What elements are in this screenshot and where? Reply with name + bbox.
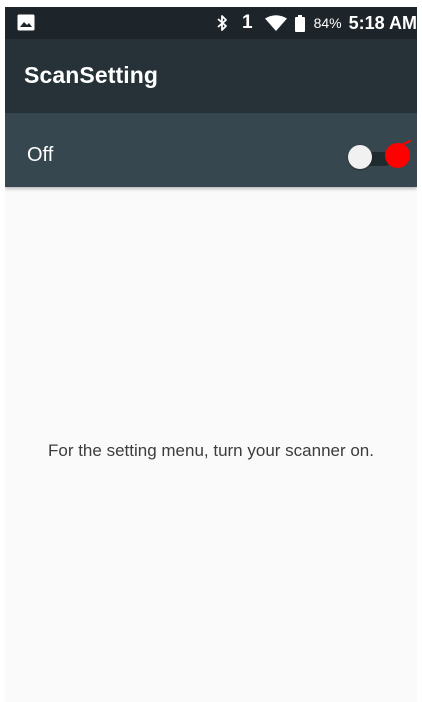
touch-indicator-dot — [385, 143, 410, 168]
battery-percentage: 84% — [313, 15, 342, 31]
device-screen: 1 84% 5:18 AM ScanSetting Off For the se… — [5, 7, 417, 702]
sim-slot-indicator: 1 — [242, 12, 253, 33]
app-bar: ScanSetting — [5, 39, 417, 113]
switch-state-label: Off — [27, 144, 54, 166]
scanner-off-message: For the setting menu, turn your scanner … — [47, 441, 374, 460]
image-icon — [17, 14, 35, 31]
toggle-thumb — [348, 145, 372, 169]
status-icons: 1 84% 5:18 AM — [217, 7, 417, 39]
bluetooth-icon — [217, 14, 228, 32]
scanner-switch-bar[interactable]: Off — [5, 113, 417, 187]
page-title: ScanSetting — [24, 62, 159, 88]
status-clock: 5:18 AM — [348, 12, 417, 33]
status-bar: 1 84% 5:18 AM — [5, 7, 417, 39]
battery-icon — [294, 14, 305, 32]
wifi-icon — [264, 15, 287, 31]
